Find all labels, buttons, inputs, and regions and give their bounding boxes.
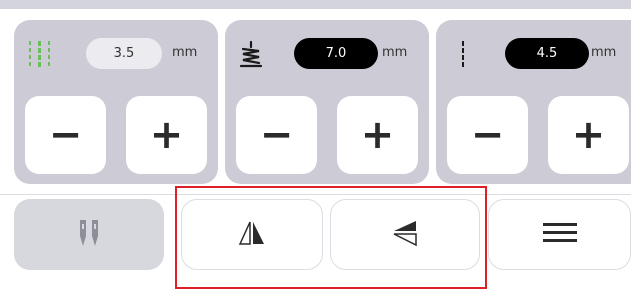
stitch-length-panel: 7.0 mm − + (225, 20, 429, 184)
needle-position-icon (448, 40, 476, 68)
mirror-horizontal-icon (390, 219, 420, 251)
stitch-width-panel: 3.5 mm − + (14, 20, 218, 184)
twin-needle-button[interactable] (14, 199, 164, 270)
menu-button[interactable] (488, 199, 631, 270)
needle-position-unit: mm (591, 45, 617, 60)
needle-position-increase-button[interactable]: + (548, 96, 629, 174)
mirror-vertical-icon (237, 220, 267, 250)
stitch-length-increase-button[interactable]: + (337, 96, 418, 174)
stitch-length-unit: mm (382, 45, 408, 60)
stitch-width-icon (26, 40, 54, 68)
mirror-horizontal-button[interactable] (330, 199, 480, 270)
needle-position-decrease-button[interactable]: − (447, 96, 528, 174)
mirror-vertical-button[interactable] (181, 199, 323, 270)
needle-position-value[interactable]: 4.5 (505, 38, 589, 69)
stitch-width-value[interactable]: 3.5 (86, 38, 162, 69)
top-strip (0, 0, 631, 9)
stitch-length-icon (237, 40, 265, 68)
menu-icon (542, 221, 577, 249)
stitch-width-increase-button[interactable]: + (126, 96, 207, 174)
stitch-length-value[interactable]: 7.0 (294, 38, 378, 69)
divider (0, 194, 631, 195)
stitch-length-decrease-button[interactable]: − (236, 96, 317, 174)
stitch-width-unit: mm (172, 45, 198, 60)
stitch-width-decrease-button[interactable]: − (25, 96, 106, 174)
needle-position-panel: 4.5 mm − + (436, 20, 631, 184)
twin-needle-icon (76, 218, 102, 252)
